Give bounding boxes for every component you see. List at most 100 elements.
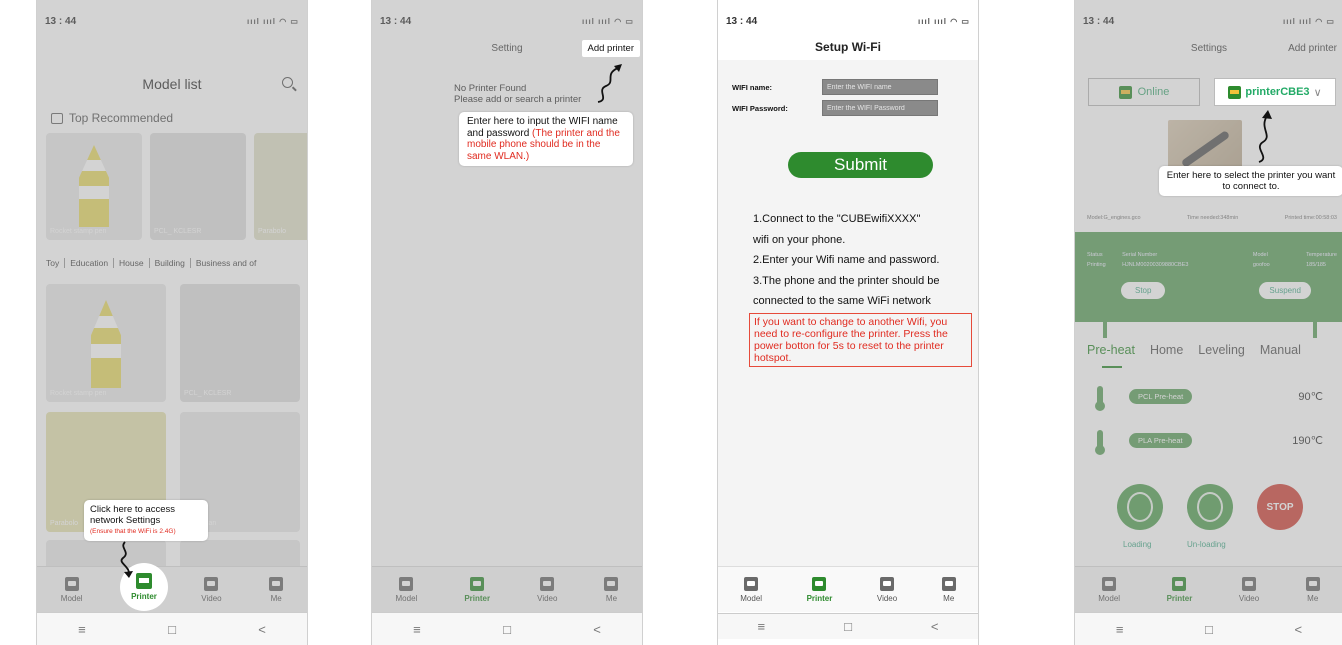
- tab-me[interactable]: Me: [269, 576, 284, 603]
- phone-setup-wifi: 13 : 44 ıııl ıııl ◠ ▭ Setup Wi-Fi WIFI n…: [717, 0, 979, 645]
- model-grid-row: Rocket stamp pen PCL_ KCLESR: [46, 284, 300, 402]
- status-bar: 13 : 44 ıııl ıııl ◠ ▭: [380, 16, 634, 27]
- tab-preheat[interactable]: Pre-heat: [1087, 343, 1135, 357]
- printer-select-dropdown[interactable]: printerCBE3 ∨: [1214, 78, 1336, 106]
- instructions-list: 1.Connect to the "CUBEwifiXXXX" wifi on …: [753, 213, 940, 307]
- model-card-label: PCL_ KCLESR: [184, 390, 232, 397]
- user-icon: [269, 576, 284, 591]
- model-card[interactable]: Parabolo: [254, 133, 307, 240]
- tab-video[interactable]: Video: [1239, 576, 1259, 603]
- submit-button[interactable]: Submit: [788, 152, 933, 178]
- unloading-label: Un-loading: [1187, 540, 1226, 549]
- search-icon[interactable]: [282, 77, 293, 88]
- category-business[interactable]: Business and of: [189, 258, 256, 268]
- user-icon: [941, 576, 956, 591]
- status-bar: 13 : 44 ıııl ıııl ◠ ▭: [1083, 16, 1335, 27]
- add-printer-button[interactable]: Add printer: [1288, 43, 1337, 54]
- back-icon[interactable]: <: [931, 619, 939, 634]
- system-nav-bar: ≡ □ <: [372, 612, 642, 645]
- tab-me[interactable]: Me: [604, 576, 619, 603]
- tab-model[interactable]: Model: [740, 576, 762, 603]
- pcl-preheat-button[interactable]: PCL Pre-heat: [1129, 388, 1193, 404]
- printer-status-panel: Status Printing Serial Number HJNLM0020030…: [1075, 232, 1342, 322]
- recommended-carousel: Rocket stamp pen PCL_ KCLESR Parabolo: [46, 133, 307, 240]
- printer-icon: [470, 576, 485, 591]
- home-icon[interactable]: □: [844, 619, 852, 634]
- system-nav-bar: ≡ □ <: [1075, 612, 1342, 645]
- system-nav-bar: ≡ □ <: [37, 612, 307, 645]
- emergency-stop-button[interactable]: STOP: [1257, 484, 1303, 530]
- bottom-tab-bar: Model Printer Video Me: [372, 566, 642, 612]
- back-icon[interactable]: <: [1295, 622, 1303, 637]
- pointer-arrow-icon: [1258, 110, 1272, 163]
- filament-icon: [1127, 492, 1153, 522]
- user-icon: [1305, 576, 1320, 591]
- tab-printer[interactable]: Printer: [1167, 576, 1192, 603]
- tab-video[interactable]: Video: [201, 576, 222, 603]
- pla-temperature: 190℃: [1292, 434, 1323, 447]
- loading-button[interactable]: [1117, 484, 1163, 530]
- pla-preheat-row: PLA Pre-heat 190℃: [1095, 430, 1323, 455]
- menu-icon[interactable]: ≡: [78, 622, 86, 637]
- home-icon[interactable]: □: [168, 622, 176, 637]
- model-card-label: Rocket stamp pen: [50, 390, 107, 397]
- category-toy[interactable]: Toy: [46, 258, 59, 268]
- tab-model[interactable]: Model: [396, 576, 417, 603]
- printer-icon: [812, 576, 827, 591]
- wifi-password-input[interactable]: [822, 100, 938, 116]
- suspend-print-button[interactable]: Suspend: [1259, 282, 1311, 299]
- tab-video[interactable]: Video: [537, 576, 557, 603]
- temperature-indicator-right: [1310, 306, 1320, 338]
- thumbs-up-icon: [51, 112, 63, 124]
- model-card[interactable]: Rocket stamp pen: [46, 133, 142, 240]
- thermometer-icon: [1095, 430, 1105, 455]
- video-icon: [1242, 576, 1257, 591]
- home-icon[interactable]: □: [503, 622, 511, 637]
- top-recommended-label: Top Recommended: [69, 111, 174, 125]
- back-icon[interactable]: <: [593, 622, 601, 637]
- tab-me[interactable]: Me: [1305, 576, 1320, 603]
- model-card[interactable]: PCL_ KCLESR: [150, 133, 246, 240]
- tab-printer[interactable]: Printer: [464, 576, 490, 603]
- tab-leveling[interactable]: Leveling: [1198, 343, 1245, 357]
- phone-printer-setting: 13 : 44 ıııl ıııl ◠ ▭ Setting No Printer…: [371, 0, 643, 645]
- cube-icon: [744, 576, 759, 591]
- status-time: 13 : 44: [726, 16, 758, 27]
- category-house[interactable]: House: [113, 258, 144, 268]
- menu-icon[interactable]: ≡: [1116, 622, 1124, 637]
- pla-preheat-button[interactable]: PLA Pre-heat: [1129, 432, 1192, 448]
- tab-manual[interactable]: Manual: [1260, 343, 1301, 357]
- stop-print-button[interactable]: Stop: [1121, 282, 1166, 299]
- tab-video[interactable]: Video: [877, 576, 897, 603]
- no-printer-message: No Printer Found Please add or search a …: [454, 83, 582, 105]
- back-icon[interactable]: <: [258, 622, 266, 637]
- printer-icon: [1118, 85, 1132, 99]
- control-tabs: Pre-heat Home Leveling Manual: [1087, 343, 1342, 357]
- add-printer-button[interactable]: Add printer: [581, 40, 640, 57]
- model-card[interactable]: PCL_ KCLESR: [180, 284, 300, 402]
- home-icon[interactable]: □: [1205, 622, 1213, 637]
- online-button[interactable]: Online: [1088, 78, 1200, 106]
- menu-icon[interactable]: ≡: [413, 622, 421, 637]
- model-card-label: Parabolo: [50, 520, 79, 527]
- pcl-preheat-row: PCL Pre-heat 90℃: [1095, 386, 1323, 411]
- tab-printer[interactable]: Printer: [807, 576, 832, 603]
- tab-model[interactable]: Model: [61, 576, 83, 603]
- status-bar: 13 : 44 ıııl ıııl ◠ ▭: [726, 16, 970, 27]
- category-education[interactable]: Education: [64, 258, 108, 268]
- filament-icon: [1197, 492, 1223, 522]
- tab-me[interactable]: Me: [941, 576, 956, 603]
- menu-icon[interactable]: ≡: [757, 619, 765, 634]
- unloading-button[interactable]: [1187, 484, 1233, 530]
- status-bar: 13 : 44 ıııl ıııl ◠ ▭: [45, 16, 299, 27]
- tab-home[interactable]: Home: [1150, 343, 1183, 357]
- wifi-name-input[interactable]: [822, 79, 938, 95]
- status-time: 13 : 44: [45, 16, 77, 27]
- status-time: 13 : 44: [1083, 16, 1115, 27]
- bottom-tab-bar: Model Printer Video Me: [718, 566, 978, 612]
- user-icon: [604, 576, 619, 591]
- category-building[interactable]: Building: [148, 258, 185, 268]
- pcl-temperature: 90℃: [1298, 390, 1323, 403]
- tab-model[interactable]: Model: [1098, 576, 1120, 603]
- model-card[interactable]: Rocket stamp pen: [46, 284, 166, 402]
